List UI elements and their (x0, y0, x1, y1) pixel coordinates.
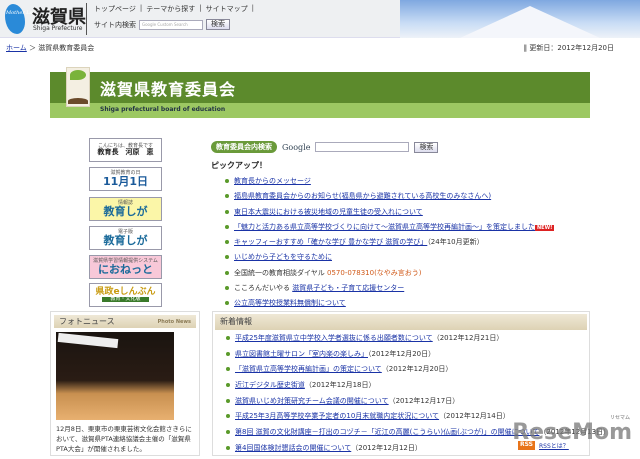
banner-kyoiku-shiga[interactable]: 情報誌 教育しが (89, 197, 162, 221)
breadcrumb-home[interactable]: ホーム (6, 44, 27, 52)
board-search-button[interactable]: 検索 (414, 141, 439, 153)
news-item: 平成25年度滋賀県立中学校入学者選抜に係る出願者数について（2012年12月21… (226, 333, 610, 349)
news-item: 近江デジタル歴史街道（2012年12月18日） (226, 380, 610, 396)
banner-main: 教育しが (103, 205, 148, 218)
site-header: Mother Lake 滋賀県 Shiga Prefecture トップページ |… (0, 0, 640, 38)
news-date: （2012年12月21日） (432, 334, 504, 342)
board-search-input[interactable] (315, 142, 410, 152)
banner-education-day[interactable]: 滋賀教育の日 11月1日 (89, 167, 162, 191)
board-search: 教育委員会内検索 Google 検索 (211, 141, 439, 153)
search-input[interactable]: Google Custom Search (139, 19, 203, 30)
mountain-header-image (400, 0, 640, 38)
banner-small: 教育・文化版 (102, 297, 149, 302)
nav-sitemap[interactable]: サイトマップ (206, 4, 248, 14)
photo-news-title-en: Photo News (157, 318, 191, 325)
news-link[interactable]: 平成25年度滋賀県立中学校入学者選抜に係る出願者数について (235, 334, 433, 342)
updated-date: ‖ 更新日：2012年12月20日 (523, 44, 614, 52)
banner-main: 教育しが (103, 234, 148, 247)
news-link[interactable]: 第4回国体検討懇話会の開催について (235, 444, 351, 452)
news-date: （2012年12月14日） (439, 412, 510, 421)
pickup-item: 全国統一の教育相談ダイヤル 0570-078310(なやみ言おう) (225, 268, 554, 283)
news-link[interactable]: 滋賀県いじめ対策研究チーム会議の開催について (235, 397, 389, 405)
page-banner: 滋賀県教育委員会 Shiga prefectural board of educ… (50, 67, 590, 118)
photo-news-title: フォトニュース (59, 317, 115, 326)
pickup-link[interactable]: 教育長からのメッセージ (234, 177, 311, 185)
pickup-link[interactable]: いじめから子どもを守るために (234, 253, 332, 261)
page-title: 滋賀県教育委員会 (100, 80, 237, 99)
top-nav: トップページ | テーマから探す | サイトマップ | (94, 4, 254, 14)
pickup-item: キャッフィーおすすめ「確かな学び 豊かな学び 滋賀の学び」（24年10月更新） (225, 237, 554, 252)
pta-event-photo[interactable] (56, 332, 174, 420)
sprout-icon (66, 67, 90, 107)
rss-icon[interactable]: RSS (518, 441, 535, 450)
pickup-item: 「魅力と活力ある県立高等学校づくりに向けて～滋賀県立高等学校再編計画～」を策定し… (225, 222, 555, 237)
news-item: 「滋賀県立高等学校再編計画」の策定について（2012年12月20日） (226, 364, 610, 380)
news-link[interactable]: 「滋賀県立高等学校再編計画」の策定について (235, 365, 382, 373)
photo-caption: 12月8日、栗東市の栗東芸術文化会館さきらにおいて、滋賀県PTA連絡協議会主催の… (56, 425, 192, 453)
banner-digital-kyoiku-shiga[interactable]: 電子版 教育しが (89, 226, 162, 250)
rss-area: RSS RSSとは？ (518, 441, 569, 450)
banner-main: 教育長 河原 恵 (97, 148, 154, 156)
news-link[interactable]: 県立図書館土曜サロン「室内楽の楽しみ」 (235, 350, 368, 358)
pickup-item: 東日本大震災における被災地域の児童生徒の受入れについて (225, 207, 554, 222)
item-text: 全国統一の教育相談ダイヤル (234, 268, 328, 277)
banner-nionet[interactable]: 滋賀県学習情報提供システム におねっと (89, 255, 162, 279)
pickup-item: いじめから子どもを守るために (225, 252, 554, 267)
divider (86, 3, 87, 35)
pickup-link[interactable]: 「魅力と活力ある県立高等学校づくりに向けて～滋賀県立高等学校再編計画～」を策定し… (234, 223, 535, 231)
search-button[interactable]: 検索 (206, 19, 230, 30)
site-search: サイト内検索 Google Custom Search 検索 (94, 19, 230, 30)
rss-help-link[interactable]: RSSとは？ (539, 441, 569, 450)
news-link[interactable]: 近江デジタル歴史街道 (235, 381, 305, 389)
news-link[interactable]: 平成25年3月高等学校卒業予定者の10月末就職内定状況について (235, 412, 439, 420)
search-label: サイト内検索 (94, 20, 136, 29)
pickup-link[interactable]: 滋賀県子ども・子育て応援センター (292, 284, 404, 292)
news-heading: 新着情報 (215, 314, 587, 330)
item-note: （24年10月更新） (427, 238, 484, 247)
google-logo: Google (282, 142, 311, 152)
pickup-item: 福島県教育委員会からのお知らせ(福島県から避難されている高校生のみなさんへ) (225, 191, 554, 206)
pickup-link[interactable]: 東日本大震災における被災地域の児童生徒の受入れについて (234, 208, 423, 216)
page-subtitle: Shiga prefectural board of education (100, 106, 226, 113)
pickup-link[interactable]: 公立高等学校授業料無償制について (234, 299, 346, 307)
news-date: （2012年12月17日） (388, 396, 460, 405)
breadcrumb-sep: ＞ (29, 44, 37, 52)
pickup-item: 教育長からのメッセージ (225, 176, 554, 191)
lake-logo-icon[interactable] (5, 4, 25, 34)
banner-kensei-shinbun[interactable]: 県政eしんぶん 教育・文化版 (89, 283, 162, 307)
banner-main: におねっと (98, 263, 153, 276)
board-search-label: 教育委員会内検索 (211, 141, 277, 153)
news-date: （2012年12月20日） (368, 349, 436, 358)
pickup-list: 教育長からのメッセージ福島県教育委員会からのお知らせ(福島県から避難されている高… (225, 176, 555, 329)
news-item: 県立図書館土曜サロン「室内楽の楽しみ」（2012年12月20日） (226, 349, 610, 365)
nav-theme[interactable]: テーマから探す (146, 4, 195, 14)
news-date: （2012年12月18日） (304, 381, 376, 390)
phone-number: 0570-078310(なやみ言おう) (327, 268, 422, 277)
pickup-item: こころんだいやる 滋賀県子ども・子育て応援センター (225, 283, 554, 298)
pickup-link[interactable]: 福島県教育委員会からのお知らせ(福島県から避難されている高校生のみなさんへ) (234, 192, 491, 200)
nav-top[interactable]: トップページ (94, 4, 136, 14)
banner-superintendent[interactable]: こんにちは、教育長です 教育長 河原 恵 (89, 138, 162, 162)
news-item: 滋賀県いじめ対策研究チーム会議の開催について（2012年12月17日） (226, 396, 610, 412)
breadcrumb: ホーム ＞ 滋賀県教育委員会 (6, 43, 94, 53)
photo-news-panel: フォトニュース Photo News 12月8日、栗東市の栗東芸術文化会館さきらに… (50, 311, 200, 456)
logo-subtitle: Shiga Prefecture (33, 25, 83, 32)
item-text: こころんだいやる (234, 284, 293, 293)
banner-main: 11月1日 (103, 175, 148, 188)
news-date: （2012年12月12日） (351, 443, 422, 452)
pickup-link[interactable]: キャッフィーおすすめ「確かな学び 豊かな学び 滋賀の学び」 (234, 238, 427, 246)
news-link[interactable]: 第8回 滋賀の文化財講座－打出のコヅチ－「近江の高麗(こうらい)仏画(ぶつが)」… (235, 428, 539, 436)
new-badge: NEW! (535, 224, 555, 231)
news-date: （2012年12月20日） (381, 365, 453, 374)
pickup-heading: ピックアップ！ (211, 161, 267, 170)
breadcrumb-current: 滋賀県教育委員会 (38, 44, 95, 52)
